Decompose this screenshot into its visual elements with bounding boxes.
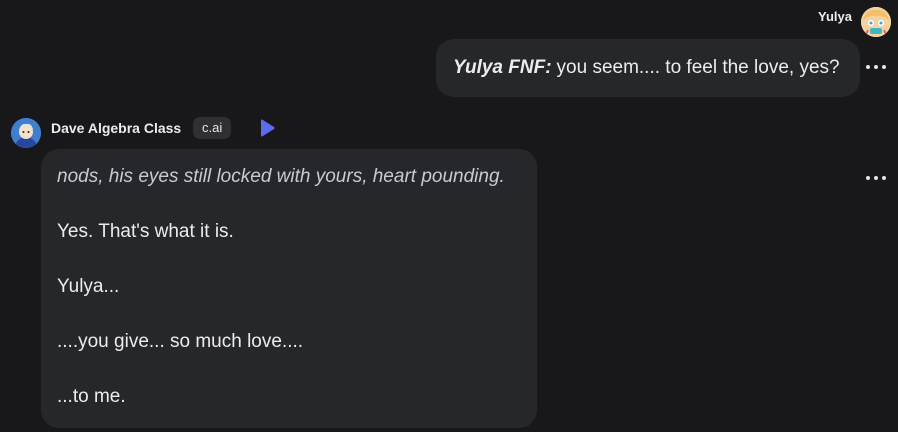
user-name: Yulya xyxy=(818,9,852,24)
character-message-line: Yulya... xyxy=(57,276,120,297)
user-avatar-image xyxy=(861,7,891,37)
character-message-line: ....you give... so much love.... xyxy=(57,331,304,352)
character-badge: c.ai xyxy=(193,117,232,139)
user-message-speaker: Yulya FNF: xyxy=(453,57,552,78)
user-message-more-icon[interactable] xyxy=(866,60,886,74)
character-message-action: nods, his eyes still locked with yours, … xyxy=(57,166,505,187)
character-message-line: ...to me. xyxy=(57,386,126,407)
user-message-text: you seem.... to feel the love, yes? xyxy=(556,57,840,78)
character-message-more-icon[interactable] xyxy=(866,171,886,185)
play-icon[interactable] xyxy=(259,119,275,137)
character-avatar[interactable] xyxy=(11,118,41,148)
chat-view: Yulya Yulya FNF: you seem.... to feel th… xyxy=(0,0,898,432)
character-avatar-image xyxy=(11,118,41,148)
character-message-bubble: nods, his eyes still locked with yours, … xyxy=(41,149,537,428)
user-avatar[interactable] xyxy=(861,7,891,37)
user-message-bubble: Yulya FNF: you seem.... to feel the love… xyxy=(436,39,860,97)
character-message-line: Yes. That's what it is. xyxy=(57,221,234,242)
character-name[interactable]: Dave Algebra Class xyxy=(51,120,181,136)
